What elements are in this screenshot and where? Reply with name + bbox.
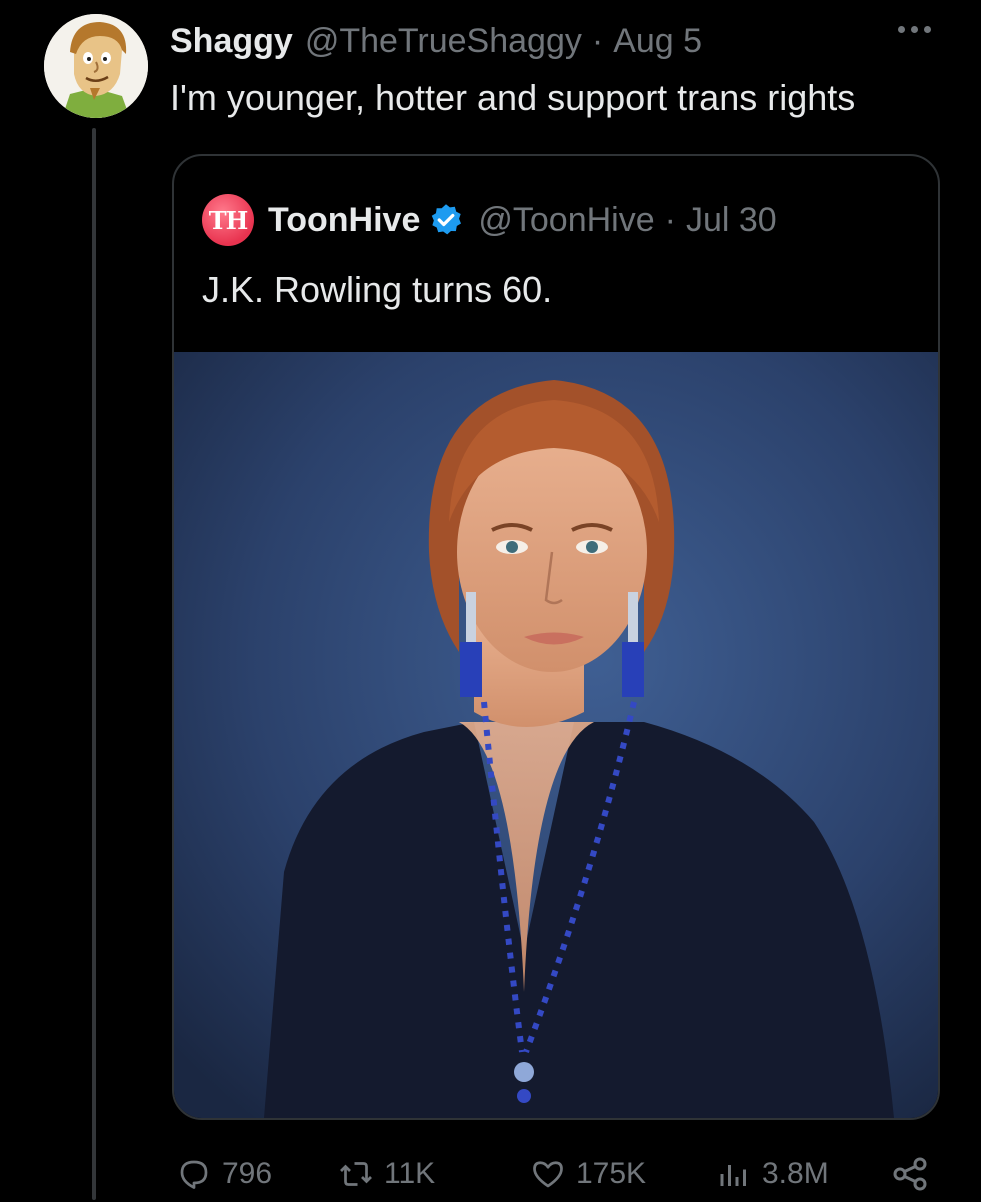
quoted-tweet-date[interactable]: Jul 30 <box>686 201 777 240</box>
views-button[interactable]: 3.8M <box>716 1146 829 1202</box>
tweet-action-bar: 796 11K 175K 3.8M <box>168 1146 948 1202</box>
thread-connector-line <box>92 128 96 1200</box>
tweet-header: Shaggy @TheTrueShaggy · Aug 5 <box>170 18 941 64</box>
quoted-author-handle[interactable]: @ToonHive <box>478 201 654 240</box>
quoted-tweet-card[interactable]: TH ToonHive @ToonHive · Jul 30 J.K. Rowl… <box>172 154 940 1120</box>
author-handle[interactable]: @TheTrueShaggy <box>305 22 582 61</box>
verified-badge-icon <box>428 202 464 238</box>
like-button[interactable]: 175K <box>530 1146 646 1202</box>
quoted-author-display-name[interactable]: ToonHive <box>268 201 420 240</box>
separator-dot: · <box>591 21 604 60</box>
tweet-date[interactable]: Aug 5 <box>613 22 702 61</box>
retweet-icon <box>340 1162 372 1186</box>
more-options-icon[interactable] <box>898 26 931 33</box>
share-button[interactable] <box>890 1146 940 1202</box>
views-count: 3.8M <box>762 1157 829 1190</box>
like-count: 175K <box>576 1157 647 1190</box>
tweet-text: I'm younger, hotter and support trans ri… <box>170 77 856 118</box>
reply-button[interactable]: 796 <box>176 1146 272 1202</box>
separator-dot: · <box>664 200 676 239</box>
portrait-photo-icon <box>174 352 938 1118</box>
heart-icon <box>533 1161 563 1188</box>
author-display-name[interactable]: Shaggy <box>170 22 293 61</box>
reply-count: 796 <box>222 1157 273 1190</box>
avatar[interactable] <box>44 14 148 118</box>
retweet-button[interactable]: 11K <box>338 1146 435 1202</box>
shaggy-avatar-icon <box>44 14 148 118</box>
reply-icon <box>180 1160 208 1189</box>
quoted-tweet-photo[interactable] <box>174 352 938 1118</box>
quoted-tweet-text: J.K. Rowling turns 60. <box>202 269 553 310</box>
views-chart-icon <box>720 1165 746 1186</box>
share-icon <box>893 1157 927 1191</box>
quoted-tweet-header: TH ToonHive @ToonHive · Jul 30 <box>202 194 777 246</box>
retweet-count: 11K <box>384 1157 436 1190</box>
toonhive-avatar[interactable]: TH <box>202 194 254 246</box>
